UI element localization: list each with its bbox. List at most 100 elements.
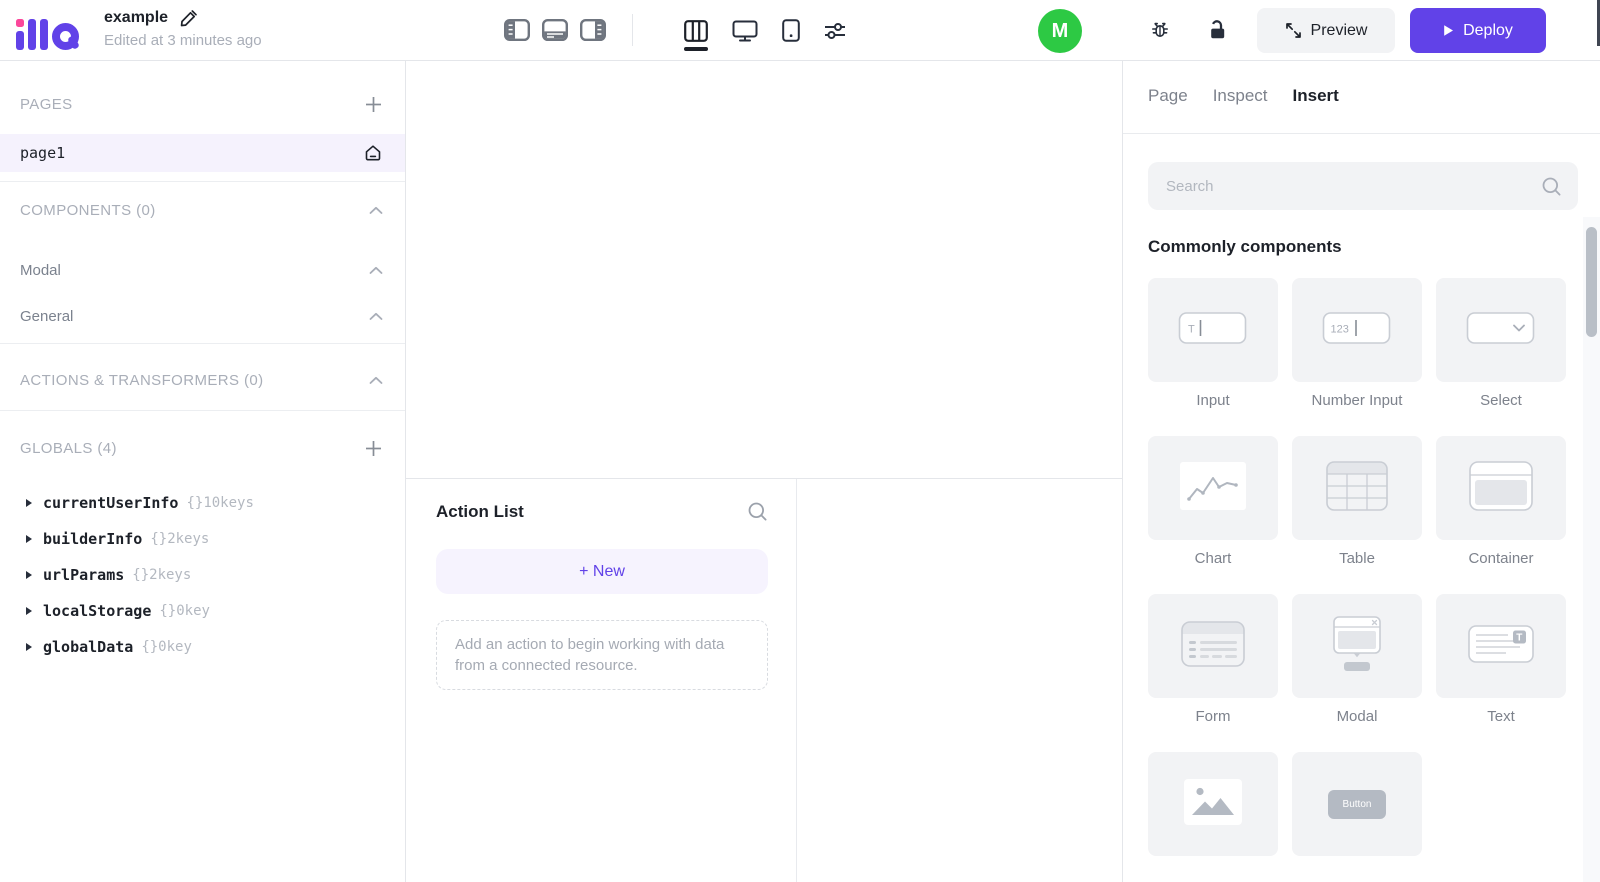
component-label: Number Input xyxy=(1311,392,1403,409)
desktop-preview-icon[interactable] xyxy=(732,20,758,42)
tab-page[interactable]: Page xyxy=(1148,86,1188,106)
expand-arrow-icon xyxy=(26,607,32,615)
illa-builder-app: illa example Edited at 3 minutes ago xyxy=(0,0,1600,882)
component-label: Text xyxy=(1487,708,1515,725)
global-name: urlParams xyxy=(43,566,125,584)
component-label: Modal xyxy=(1336,708,1378,725)
component-label: Chart xyxy=(1194,550,1232,567)
settings-sliders-icon[interactable] xyxy=(824,21,846,41)
select-icon xyxy=(1466,309,1536,352)
expand-arrow-icon xyxy=(26,535,32,543)
tree-item-builderInfo[interactable]: builderInfo {}2keys xyxy=(0,521,405,557)
tab-insert[interactable]: Insert xyxy=(1293,86,1339,106)
config-tabs: Page Inspect Insert xyxy=(1148,86,1339,106)
sidebar-item-page1[interactable]: page1 xyxy=(0,134,405,172)
component-label: Form xyxy=(1195,708,1231,725)
logo-letter-l xyxy=(40,19,48,50)
component-card-number-input[interactable]: 123 Number Input xyxy=(1292,278,1422,410)
table-icon xyxy=(1326,460,1388,516)
tree-item-currentUserInfo[interactable]: currentUserInfo {}10keys xyxy=(0,485,405,521)
scrollbar-thumb[interactable] xyxy=(1586,227,1597,337)
modal-group-label: Modal xyxy=(20,261,61,279)
play-icon xyxy=(1443,24,1454,37)
global-keys: {}0key xyxy=(141,639,192,655)
component-card-input[interactable]: T Input xyxy=(1148,278,1278,410)
component-label: Select xyxy=(1480,392,1522,409)
component-card-chart[interactable]: Chart xyxy=(1148,436,1278,568)
component-card-button[interactable]: Button xyxy=(1292,752,1422,865)
modal-icon xyxy=(1325,615,1389,677)
tablet-preview-icon[interactable] xyxy=(782,19,800,42)
unlock-icon[interactable] xyxy=(1207,19,1228,41)
components-group-general[interactable]: General xyxy=(20,305,383,327)
svg-text:123: 123 xyxy=(1331,323,1349,335)
component-card-container[interactable]: Container xyxy=(1436,436,1566,568)
component-card-form[interactable]: Form xyxy=(1148,594,1278,726)
chevron-up-icon[interactable] xyxy=(369,312,383,321)
global-name: localStorage xyxy=(43,602,152,620)
global-name: globalData xyxy=(43,638,134,656)
new-action-button[interactable]: + New xyxy=(436,549,768,594)
panel-toggle-group xyxy=(504,19,606,41)
image-icon xyxy=(1184,778,1242,830)
tree-item-globalData[interactable]: globalData {}0key xyxy=(0,629,405,665)
component-card-table[interactable]: Table xyxy=(1292,436,1422,568)
tabs-divider xyxy=(1123,133,1600,134)
preview-button[interactable]: Preview xyxy=(1257,8,1395,53)
user-avatar[interactable]: M xyxy=(1038,9,1082,53)
component-search-box[interactable] xyxy=(1148,162,1578,210)
deploy-button[interactable]: Deploy xyxy=(1410,8,1546,53)
tree-item-urlParams[interactable]: urlParams {}2keys xyxy=(0,557,405,593)
sidebar-divider xyxy=(0,343,405,344)
toggle-bottom-panel-icon[interactable] xyxy=(542,19,568,41)
expand-arrow-icon xyxy=(26,571,32,579)
components-section-header[interactable]: COMPONENTS (0) xyxy=(20,199,383,221)
global-keys: {}2keys xyxy=(150,531,210,547)
button-icon: Button xyxy=(1328,789,1386,819)
components-group-modal[interactable]: Modal xyxy=(20,259,383,281)
preview-label: Preview xyxy=(1310,21,1368,39)
pages-section-header: PAGES xyxy=(20,93,383,115)
chart-icon xyxy=(1180,461,1246,515)
add-page-icon[interactable] xyxy=(364,95,383,114)
right-config-panel: Page Inspect Insert Commonly components … xyxy=(1122,61,1600,882)
view-mode-group xyxy=(684,19,846,42)
logo-letter-i xyxy=(16,19,24,50)
action-search-icon[interactable] xyxy=(747,501,768,522)
component-card-text[interactable]: T Text xyxy=(1436,594,1566,726)
debug-bug-icon[interactable] xyxy=(1149,19,1171,41)
tab-inspect[interactable]: Inspect xyxy=(1213,86,1268,106)
action-empty-hint: Add an action to begin working with data… xyxy=(436,620,768,690)
text-icon: T xyxy=(1468,624,1534,668)
component-card-image[interactable] xyxy=(1148,752,1278,865)
toggle-left-panel-icon[interactable] xyxy=(504,19,530,41)
commonly-components-title: Commonly components xyxy=(1148,237,1342,256)
illa-logo-icon[interactable]: illa xyxy=(16,12,79,50)
expand-arrow-icon xyxy=(26,643,32,651)
fluid-layout-icon[interactable] xyxy=(684,19,708,42)
globals-section-header: GLOBALS (4) xyxy=(20,437,383,459)
component-label: Input xyxy=(1196,392,1230,409)
toggle-right-panel-icon[interactable] xyxy=(580,19,606,41)
actions-header-label: ACTIONS & TRANSFORMERS (0) xyxy=(20,371,264,389)
chevron-up-icon[interactable] xyxy=(369,266,383,275)
chevron-up-icon[interactable] xyxy=(369,206,383,215)
component-card-select[interactable]: Select xyxy=(1436,278,1566,410)
edit-pencil-icon[interactable] xyxy=(179,9,198,28)
add-global-icon[interactable] xyxy=(364,439,383,458)
component-label: Container xyxy=(1468,550,1534,567)
component-card-modal[interactable]: Modal xyxy=(1292,594,1422,726)
tree-item-localStorage[interactable]: localStorage {}0key xyxy=(0,593,405,629)
global-keys: {}0key xyxy=(159,603,210,619)
global-name: builderInfo xyxy=(43,530,143,548)
component-search-input[interactable] xyxy=(1166,177,1541,195)
logo-letter-l xyxy=(28,19,36,50)
pages-header-label: PAGES xyxy=(20,95,73,113)
editor-canvas[interactable] xyxy=(406,61,1122,478)
svg-text:T: T xyxy=(1516,632,1522,643)
sidebar-divider xyxy=(0,181,405,182)
chevron-up-icon[interactable] xyxy=(369,376,383,385)
edited-timestamp: Edited at 3 minutes ago xyxy=(104,32,262,49)
actions-section-header[interactable]: ACTIONS & TRANSFORMERS (0) xyxy=(20,369,383,391)
action-list-title: Action List xyxy=(436,501,524,521)
